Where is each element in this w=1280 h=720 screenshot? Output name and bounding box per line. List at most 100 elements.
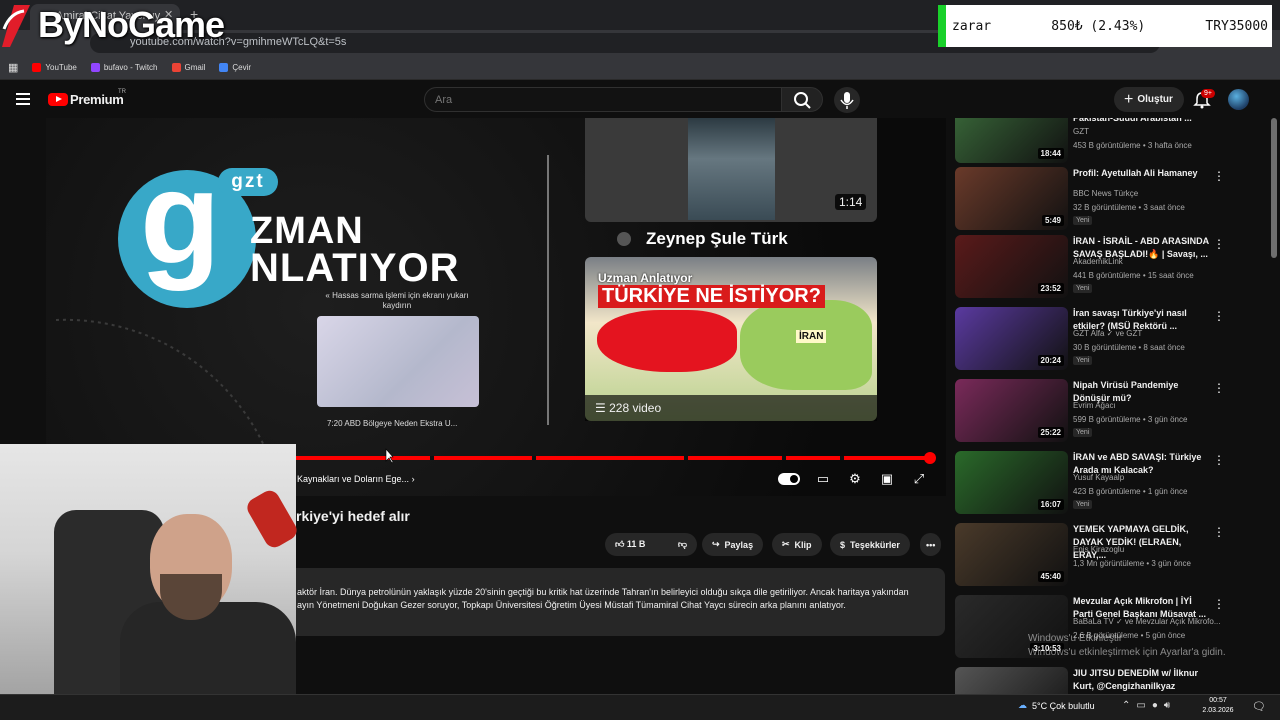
recommendation-title[interactable]: YEMEK YAPMAYA GELDİK, DAYAK YEDİK! (ELRA… bbox=[1073, 523, 1213, 562]
chapter-gap bbox=[684, 456, 688, 460]
recommendation-item[interactable]: 45:40 YEMEK YAPMAYA GELDİK, DAYAK YEDİK! … bbox=[955, 523, 1270, 595]
taskbar-clock[interactable]: 00:57 2.03.2026 bbox=[1196, 696, 1240, 716]
description-box[interactable]: aktör İran. Dünya petrolünün yaklaşık yü… bbox=[285, 568, 945, 636]
avatar[interactable] bbox=[1228, 89, 1249, 110]
notification-badge: 9+ bbox=[1201, 89, 1215, 98]
autoplay-toggle[interactable] bbox=[778, 473, 800, 485]
recommendation-duration: 23:52 bbox=[1037, 283, 1064, 294]
more-vertical-icon[interactable]: ⋮ bbox=[1213, 453, 1225, 467]
youtube-logo-icon[interactable] bbox=[48, 93, 68, 106]
fullscreen-icon[interactable]: ⤢ bbox=[910, 471, 928, 487]
chapter-title[interactable]: Kaynakları ve Doların Ege... › bbox=[297, 474, 415, 484]
mini-video-thumbnail[interactable] bbox=[317, 316, 479, 407]
gmail-icon bbox=[171, 63, 181, 72]
recommendation-title[interactable]: Profil: Ayetullah Ali Hamaney bbox=[1073, 167, 1213, 180]
recommendation-title[interactable]: JIU JITSU DENEDİM w/ İlknur Kurt, @Cengi… bbox=[1073, 667, 1213, 693]
more-vertical-icon[interactable]: ⋮ bbox=[1213, 237, 1225, 251]
recommendation-channel[interactable]: BaBaLa TV ✓ ve Mevzular Açık Mikrofo... bbox=[1073, 617, 1221, 626]
recommendation-channel[interactable]: Evrim Ağacı bbox=[1073, 401, 1116, 410]
recommendation-duration: 25:22 bbox=[1037, 427, 1064, 438]
player-controls: ▭ ⚙ ▣ ⤢ bbox=[778, 471, 928, 487]
theater-mode-icon[interactable]: ▣ bbox=[878, 471, 896, 487]
progress-scrubber[interactable] bbox=[924, 452, 936, 464]
recommendation-thumbnail[interactable]: 16:07 bbox=[955, 451, 1068, 514]
share-button[interactable]: ↪ Paylaş bbox=[702, 533, 764, 556]
scroll-hint: « Hassas sarma işlemi için ekranı yukarı… bbox=[325, 291, 469, 310]
bookmark-twitch[interactable]: bufavo - Twitch bbox=[90, 63, 158, 72]
recommendation-thumbnail[interactable]: 20:24 bbox=[955, 307, 1068, 370]
bookmark-gmail[interactable]: Gmail bbox=[171, 63, 205, 72]
more-vertical-icon[interactable]: ⋮ bbox=[1213, 597, 1225, 611]
recommendation-thumbnail[interactable]: 23:52 bbox=[955, 235, 1068, 298]
more-vertical-icon[interactable]: ⋮ bbox=[1213, 169, 1225, 183]
microphone-tray-icon[interactable]: ● bbox=[1152, 700, 1158, 711]
playlist-show-name: Uzman Anlatıyor bbox=[598, 271, 693, 285]
recommendation-item[interactable]: 23:52 İRAN - İSRAİL - ABD ARASINDA SAVAŞ … bbox=[955, 235, 1270, 307]
recommendation-item[interactable]: 5:49 Profil: Ayetullah Ali Hamaney BBC New… bbox=[955, 167, 1270, 239]
description-line: aktör İran. Dünya petrolünün yaklaşık yü… bbox=[297, 587, 909, 597]
recommendation-title[interactable]: Pakistan-Suudi Arabistan ... bbox=[1073, 118, 1213, 125]
like-button[interactable]: 👍︎ 11 B bbox=[615, 539, 645, 550]
like-dislike-button[interactable]: 👍︎ 11 B 👎︎ bbox=[605, 533, 697, 556]
card-video-thumbnail bbox=[688, 118, 775, 220]
recommendation-thumbnail[interactable]: 18:44 bbox=[955, 118, 1068, 163]
mini-video-title[interactable]: 7:20 ABD Bölgeye Neden Ekstra U... bbox=[327, 419, 457, 428]
bookmark-translate[interactable]: Çevir bbox=[219, 63, 251, 72]
menu-icon[interactable] bbox=[16, 93, 30, 105]
youtube-icon bbox=[32, 63, 42, 72]
radar-decoration bbox=[55, 318, 267, 451]
notification-center-icon[interactable]: 🗨︎ bbox=[1252, 700, 1266, 713]
card-channel-name[interactable]: Zeynep Şule Türk bbox=[646, 229, 788, 249]
chevron-up-icon[interactable]: ⌃ bbox=[1122, 700, 1130, 711]
share-icon: ↪ bbox=[712, 539, 720, 549]
divider bbox=[547, 155, 549, 425]
new-badge: Yeni bbox=[1073, 500, 1093, 509]
ticker-change: 850₺ (2.43%) bbox=[1051, 18, 1146, 34]
thanks-button[interactable]: $ Teşekkürler bbox=[830, 533, 910, 556]
more-vertical-icon[interactable]: ⋮ bbox=[1213, 381, 1225, 395]
more-vertical-icon[interactable]: ⋮ bbox=[1213, 525, 1225, 539]
recommendation-channel[interactable]: Yusuf Kayaalp bbox=[1073, 473, 1124, 482]
activation-watermark: Windows'u Etkinleştir Windows'u etkinleş… bbox=[1028, 633, 1226, 658]
recommendation-channel[interactable]: BBC News Türkçe bbox=[1073, 189, 1138, 198]
recommendation-meta: 441 B görüntüleme • 15 saat önce bbox=[1073, 271, 1194, 280]
chapter-gap bbox=[532, 456, 536, 460]
thumbs-down-icon[interactable]: 👎︎ bbox=[678, 539, 687, 550]
thumbs-up-icon: 👍︎ bbox=[615, 539, 627, 549]
recommendation-thumbnail[interactable]: 25:22 bbox=[955, 379, 1068, 442]
channel-avatar bbox=[617, 232, 631, 246]
recommendation-thumbnail[interactable]: 5:49 bbox=[955, 167, 1068, 230]
settings-gear-icon[interactable]: ⚙ bbox=[846, 471, 864, 487]
more-vertical-icon[interactable]: ⋮ bbox=[1213, 309, 1225, 323]
subtitles-icon[interactable]: ▭ bbox=[814, 471, 832, 487]
recommendation-item[interactable]: 20:24 İran savaşı Türkiye'yi nasıl etkile… bbox=[955, 307, 1270, 379]
recommendation-item[interactable]: 16:07 İRAN ve ABD SAVAŞI: Türkiye Arada m… bbox=[955, 451, 1270, 523]
recommendation-thumbnail[interactable]: 45:40 bbox=[955, 523, 1068, 586]
network-icon[interactable]: ▭ bbox=[1136, 700, 1145, 711]
recommendation-meta: 453 B görüntüleme • 3 hafta önce bbox=[1073, 141, 1192, 150]
voice-search-button[interactable] bbox=[834, 87, 860, 113]
recommendation-meta: 32 B görüntüleme • 3 saat önce bbox=[1073, 203, 1185, 212]
iran-map-label: İRAN bbox=[796, 330, 827, 343]
search-input[interactable] bbox=[424, 87, 782, 112]
recommendation-channel[interactable]: Enis Kirazoglu bbox=[1073, 545, 1124, 554]
recommendation-duration: 45:40 bbox=[1037, 571, 1064, 582]
recommendation-channel[interactable]: GZT Alfa ✓ ve GZT bbox=[1073, 329, 1142, 338]
volume-icon[interactable]: 🔊︎ bbox=[1164, 700, 1170, 711]
turkey-map-shape bbox=[597, 310, 737, 372]
youtube-premium-label[interactable]: Premium bbox=[70, 92, 124, 107]
weather-widget[interactable]: ☁ 5°C Çok bulutlu bbox=[1018, 700, 1095, 711]
recommendation-item[interactable]: 25:22 Nipah Virüsü Pandemiye Dönüşür mü? E… bbox=[955, 379, 1270, 451]
scrollbar-thumb[interactable] bbox=[1271, 118, 1277, 258]
recommendation-channel[interactable]: GZT bbox=[1073, 127, 1089, 136]
bookmark-youtube[interactable]: YouTube bbox=[32, 63, 77, 72]
search-icon bbox=[794, 92, 811, 109]
show-title-line2: NLATIYOR bbox=[250, 246, 460, 290]
search-button[interactable] bbox=[781, 87, 823, 112]
recommendation-duration: 5:49 bbox=[1041, 215, 1064, 226]
clip-button[interactable]: ✂ Klip bbox=[772, 533, 822, 556]
apps-grid-icon[interactable]: ▦ bbox=[8, 61, 18, 74]
recommendation-channel[interactable]: AkademikLink bbox=[1073, 257, 1123, 266]
create-button[interactable]: + Oluştur bbox=[1114, 87, 1184, 112]
more-actions-button[interactable]: ••• bbox=[920, 533, 942, 556]
